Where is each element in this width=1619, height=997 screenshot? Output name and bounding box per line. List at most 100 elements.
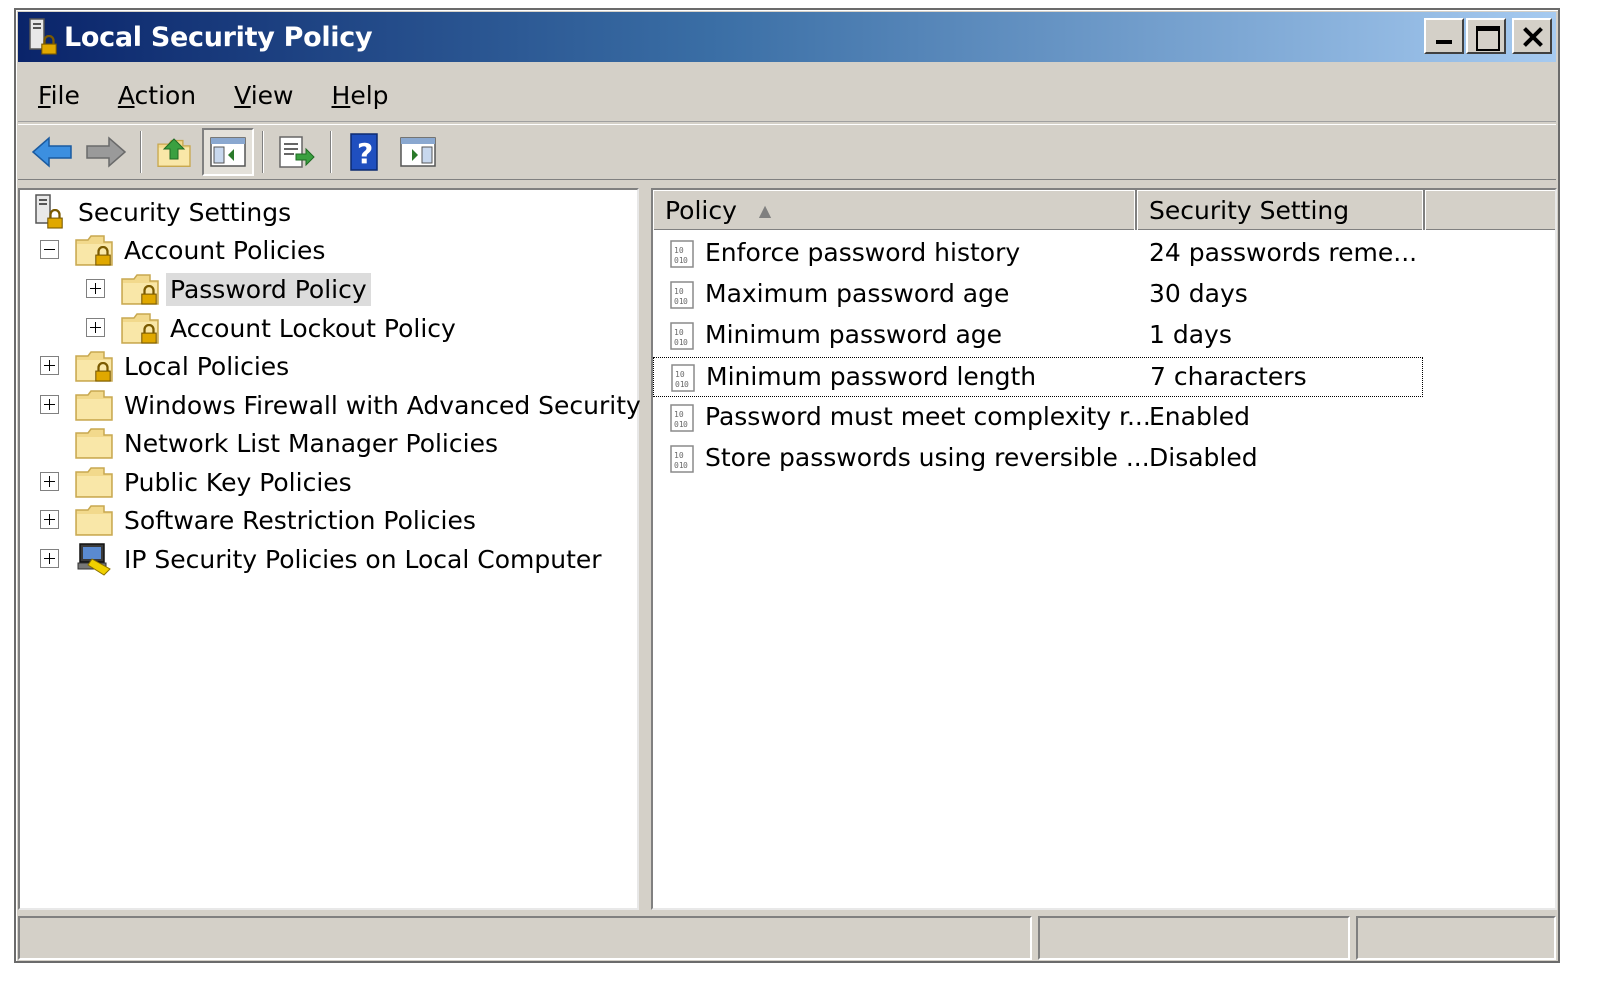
table-row[interactable]: Enforce password history 24 passwords re… <box>653 234 1423 274</box>
ip-security-computer-icon <box>74 541 114 577</box>
show-hide-console-tree-button[interactable] <box>202 128 254 176</box>
window-title: Local Security Policy <box>64 21 373 53</box>
menu-help-label: elp <box>350 81 389 110</box>
tree-item-password-policy[interactable]: Password Policy <box>20 271 620 307</box>
expand-toggle[interactable] <box>40 549 59 568</box>
help-icon: ? <box>350 133 378 171</box>
policy-icon <box>670 445 694 473</box>
tree-label-windows-firewall: Windows Firewall with Advanced Security <box>124 390 641 420</box>
policy-name: Minimum password age <box>705 320 1003 349</box>
folder-icon <box>74 387 114 423</box>
maximize-button[interactable] <box>1466 18 1506 54</box>
up-folder-icon <box>157 138 191 168</box>
column-header-policy-label: Policy <box>665 195 737 225</box>
tree-label-ip-security: IP Security Policies on Local Computer <box>124 544 602 574</box>
tree-label-local-policies: Local Policies <box>124 351 290 381</box>
menu-view[interactable]: View <box>234 81 293 110</box>
show-hide-action-pane-button[interactable] <box>392 128 444 176</box>
table-row[interactable]: Store passwords using reversible ... Dis… <box>653 439 1423 479</box>
up-one-level-button[interactable] <box>148 128 200 176</box>
table-row[interactable]: Password must meet complexity r... Enabl… <box>653 398 1423 438</box>
action-pane-icon <box>400 137 436 167</box>
tree-item-account-policies[interactable]: Account Policies <box>20 232 620 268</box>
help-button[interactable]: ? <box>338 128 390 176</box>
tree-item-network-list-manager[interactable]: Network List Manager Policies <box>20 425 620 461</box>
status-cell-tertiary <box>1356 916 1556 960</box>
locked-folder-icon <box>74 348 114 384</box>
policy-setting: Enabled <box>1149 402 1251 431</box>
menu-bar: File Action View Help <box>18 70 1556 122</box>
tree-item-account-lockout-policy[interactable]: Account Lockout Policy <box>20 310 620 346</box>
tree-label-security-settings: Security Settings <box>78 197 292 227</box>
expand-toggle[interactable] <box>40 472 59 491</box>
tree-item-software-restriction[interactable]: Software Restriction Policies <box>20 502 620 538</box>
console-tree-pane[interactable]: Security Settings Account Policies Passw… <box>18 188 641 910</box>
expand-toggle[interactable] <box>86 318 105 337</box>
tree-label-account-policies: Account Policies <box>124 235 326 265</box>
main-window: Local Security Policy File Action View H… <box>14 8 1560 963</box>
expand-toggle[interactable] <box>40 510 59 529</box>
forward-icon <box>86 136 127 168</box>
table-row[interactable]: Minimum password length 7 characters <box>653 357 1423 397</box>
policy-name: Store passwords using reversible ... <box>705 443 1150 472</box>
menu-file[interactable]: File <box>38 81 80 110</box>
tree-item-local-policies[interactable]: Local Policies <box>20 348 620 384</box>
toolbar-separator <box>262 131 264 173</box>
forward-button[interactable] <box>80 128 132 176</box>
locked-folder-icon <box>74 232 114 268</box>
close-button[interactable] <box>1512 18 1552 54</box>
title-bar[interactable]: Local Security Policy <box>18 12 1556 62</box>
menu-help[interactable]: Help <box>332 81 389 110</box>
tree-label-network-list-manager: Network List Manager Policies <box>124 428 498 458</box>
policy-icon <box>670 240 694 268</box>
folder-icon <box>74 502 114 538</box>
menu-view-label: iew <box>250 81 294 110</box>
locked-folder-icon <box>120 310 160 346</box>
folder-icon <box>74 425 114 461</box>
policy-name: Enforce password history <box>705 238 1021 267</box>
column-header-policy[interactable]: Policy ▲ <box>653 190 1137 230</box>
table-row[interactable]: Minimum password age 1 days <box>653 316 1423 356</box>
back-icon <box>31 136 72 168</box>
export-list-button[interactable] <box>270 128 322 176</box>
menu-help-accel: H <box>331 81 351 110</box>
minimize-button[interactable] <box>1424 18 1464 54</box>
policy-icon <box>670 404 694 432</box>
column-header-security-setting[interactable]: Security Setting <box>1137 190 1425 230</box>
policy-setting: 7 characters <box>1150 362 1307 391</box>
tree-label-public-key-policies: Public Key Policies <box>124 467 352 497</box>
expand-toggle[interactable] <box>40 395 59 414</box>
policy-setting: 24 passwords reme... <box>1149 238 1418 267</box>
tree-item-windows-firewall[interactable]: Windows Firewall with Advanced Security <box>20 387 641 423</box>
svg-text:?: ? <box>357 137 373 170</box>
status-bar <box>18 916 1556 960</box>
status-cell-secondary <box>1038 916 1350 960</box>
back-button[interactable] <box>26 128 78 176</box>
menu-action[interactable]: Action <box>118 81 196 110</box>
expand-toggle[interactable] <box>86 279 105 298</box>
list-header: Policy ▲ Security Setting <box>653 190 1555 230</box>
security-policy-app-icon <box>24 17 60 57</box>
locked-folder-icon <box>120 271 160 307</box>
security-settings-icon <box>30 194 70 230</box>
tree-label-software-restriction: Software Restriction Policies <box>124 505 476 535</box>
tree-item-public-key-policies[interactable]: Public Key Policies <box>20 464 620 500</box>
policy-name: Password must meet complexity r... <box>705 402 1151 431</box>
table-row[interactable]: Maximum password age 30 days <box>653 275 1423 315</box>
sort-ascending-icon: ▲ <box>758 200 772 220</box>
menu-action-accel: A <box>117 81 135 110</box>
collapse-toggle[interactable] <box>40 240 59 259</box>
tree-label-account-lockout-policy: Account Lockout Policy <box>170 313 456 343</box>
export-list-icon <box>279 136 315 168</box>
show-hide-console-tree-icon <box>210 137 246 167</box>
policy-setting: 30 days <box>1149 279 1248 308</box>
tree-item-ip-security[interactable]: IP Security Policies on Local Computer <box>20 541 620 577</box>
policy-icon <box>671 364 695 392</box>
menu-file-label: ile <box>50 81 80 110</box>
details-list-pane[interactable]: Policy ▲ Security Setting Enforce passwo… <box>651 188 1557 910</box>
policy-icon <box>670 281 694 309</box>
policy-setting: Disabled <box>1149 443 1258 472</box>
policy-name: Minimum password length <box>706 362 1037 391</box>
expand-toggle[interactable] <box>40 356 59 375</box>
tree-item-security-settings[interactable]: Security Settings <box>20 194 620 230</box>
